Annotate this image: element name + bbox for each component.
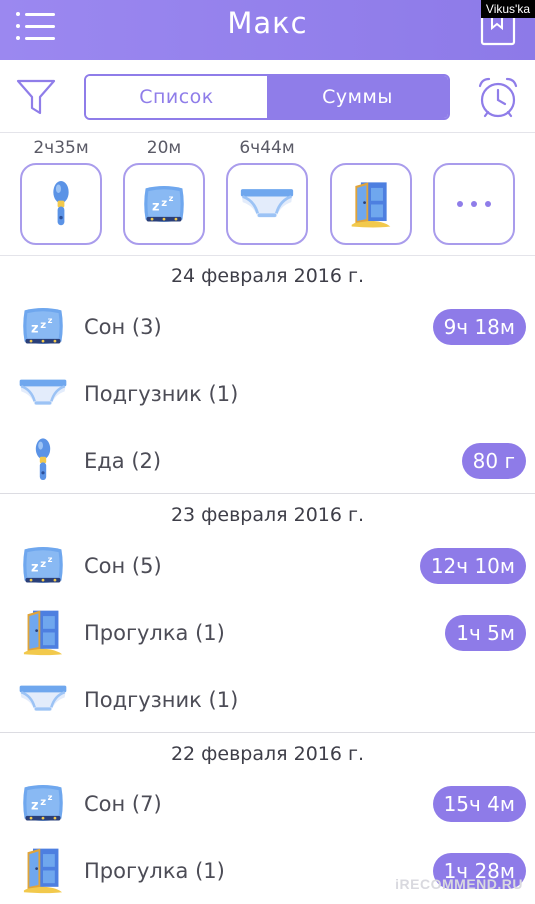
divider [0, 493, 535, 494]
quick-feeding-elapsed: 2ч35м [33, 138, 89, 158]
day-header: 23 февраля 2016 г. [170, 504, 365, 526]
list-item-walk[interactable]: Прогулка (1) 1ч 5м [0, 600, 535, 666]
quick-feeding: 2ч35м [18, 133, 104, 245]
total-badge: 80 г [461, 443, 526, 479]
more-button[interactable] [433, 163, 515, 245]
list-item-sleep[interactable]: Сон (3) 9ч 18м [0, 294, 535, 360]
add-walk-button[interactable] [330, 163, 412, 245]
entry-name: Прогулка (1) [84, 859, 225, 883]
tab-sums[interactable]: Суммы [267, 76, 448, 118]
more-dots-icon [457, 201, 491, 207]
total-badge: 15ч 4м [432, 786, 526, 822]
entry-name: Прогулка (1) [84, 621, 225, 645]
door-walk-icon [348, 178, 394, 230]
list-item-diaper[interactable]: Подгузник (1) [0, 361, 535, 427]
feeding-spoon-icon [44, 178, 78, 230]
watermark-site: iRECOMMEND.RU [395, 876, 523, 892]
toolbar: Список Суммы [0, 60, 535, 133]
door-walk-icon [20, 607, 66, 657]
alarm-clock-icon[interactable] [474, 74, 522, 122]
quick-actions: 2ч35м 20м 6ч44м [0, 133, 535, 256]
watermark-username: Vikus'ka [480, 0, 535, 18]
sleep-pillow-icon [141, 181, 187, 227]
quick-more-label [431, 133, 517, 163]
diaper-icon [18, 375, 68, 411]
list-item-sleep[interactable]: Сон (7) 15ч 4м [0, 771, 535, 837]
divider [0, 732, 535, 733]
total-badge: 12ч 10м [419, 548, 526, 584]
add-feeding-button[interactable] [20, 163, 102, 245]
diaper-icon [18, 681, 68, 717]
view-switch: Список Суммы [84, 74, 450, 120]
total-badge: 1ч 5м [445, 615, 526, 651]
quick-more [431, 133, 517, 245]
entry-name: Сон (5) [84, 554, 162, 578]
quick-walk [328, 133, 414, 245]
add-diaper-button[interactable] [226, 163, 308, 245]
entry-name: Подгузник (1) [84, 688, 239, 712]
app-header: Макс Vikus'ka [0, 0, 535, 60]
quick-walk-elapsed [328, 133, 414, 163]
door-walk-icon [20, 845, 66, 895]
entry-name: Подгузник (1) [84, 382, 239, 406]
entry-name: Еда (2) [84, 449, 162, 473]
entry-name: Сон (7) [84, 792, 162, 816]
sleep-pillow-icon [20, 542, 66, 588]
page-title: Макс [227, 6, 308, 40]
filter-icon[interactable] [16, 78, 56, 116]
day-header: 24 февраля 2016 г. [170, 265, 365, 287]
sleep-pillow-icon [20, 780, 66, 826]
quick-diaper-elapsed: 6ч44м [239, 138, 295, 158]
list-item-walk[interactable]: Прогулка (1) 1ч 28м [0, 838, 535, 904]
quick-sleep-elapsed: 20м [146, 138, 182, 158]
diaper-icon [239, 185, 295, 223]
list-item-sleep[interactable]: Сон (5) 12ч 10м [0, 533, 535, 599]
tab-list[interactable]: Список [86, 76, 267, 118]
sleep-pillow-icon [20, 303, 66, 349]
list-item-feeding[interactable]: Еда (2) 80 г [0, 428, 535, 494]
entry-name: Сон (3) [84, 315, 162, 339]
total-badge: 9ч 18м [432, 309, 526, 345]
quick-diaper: 6ч44м [224, 133, 310, 245]
quick-sleep: 20м [121, 133, 207, 245]
day-header: 22 февраля 2016 г. [170, 743, 365, 765]
feeding-spoon-icon [27, 435, 59, 485]
list-item-diaper[interactable]: Подгузник (1) [0, 667, 535, 733]
add-sleep-button[interactable] [123, 163, 205, 245]
